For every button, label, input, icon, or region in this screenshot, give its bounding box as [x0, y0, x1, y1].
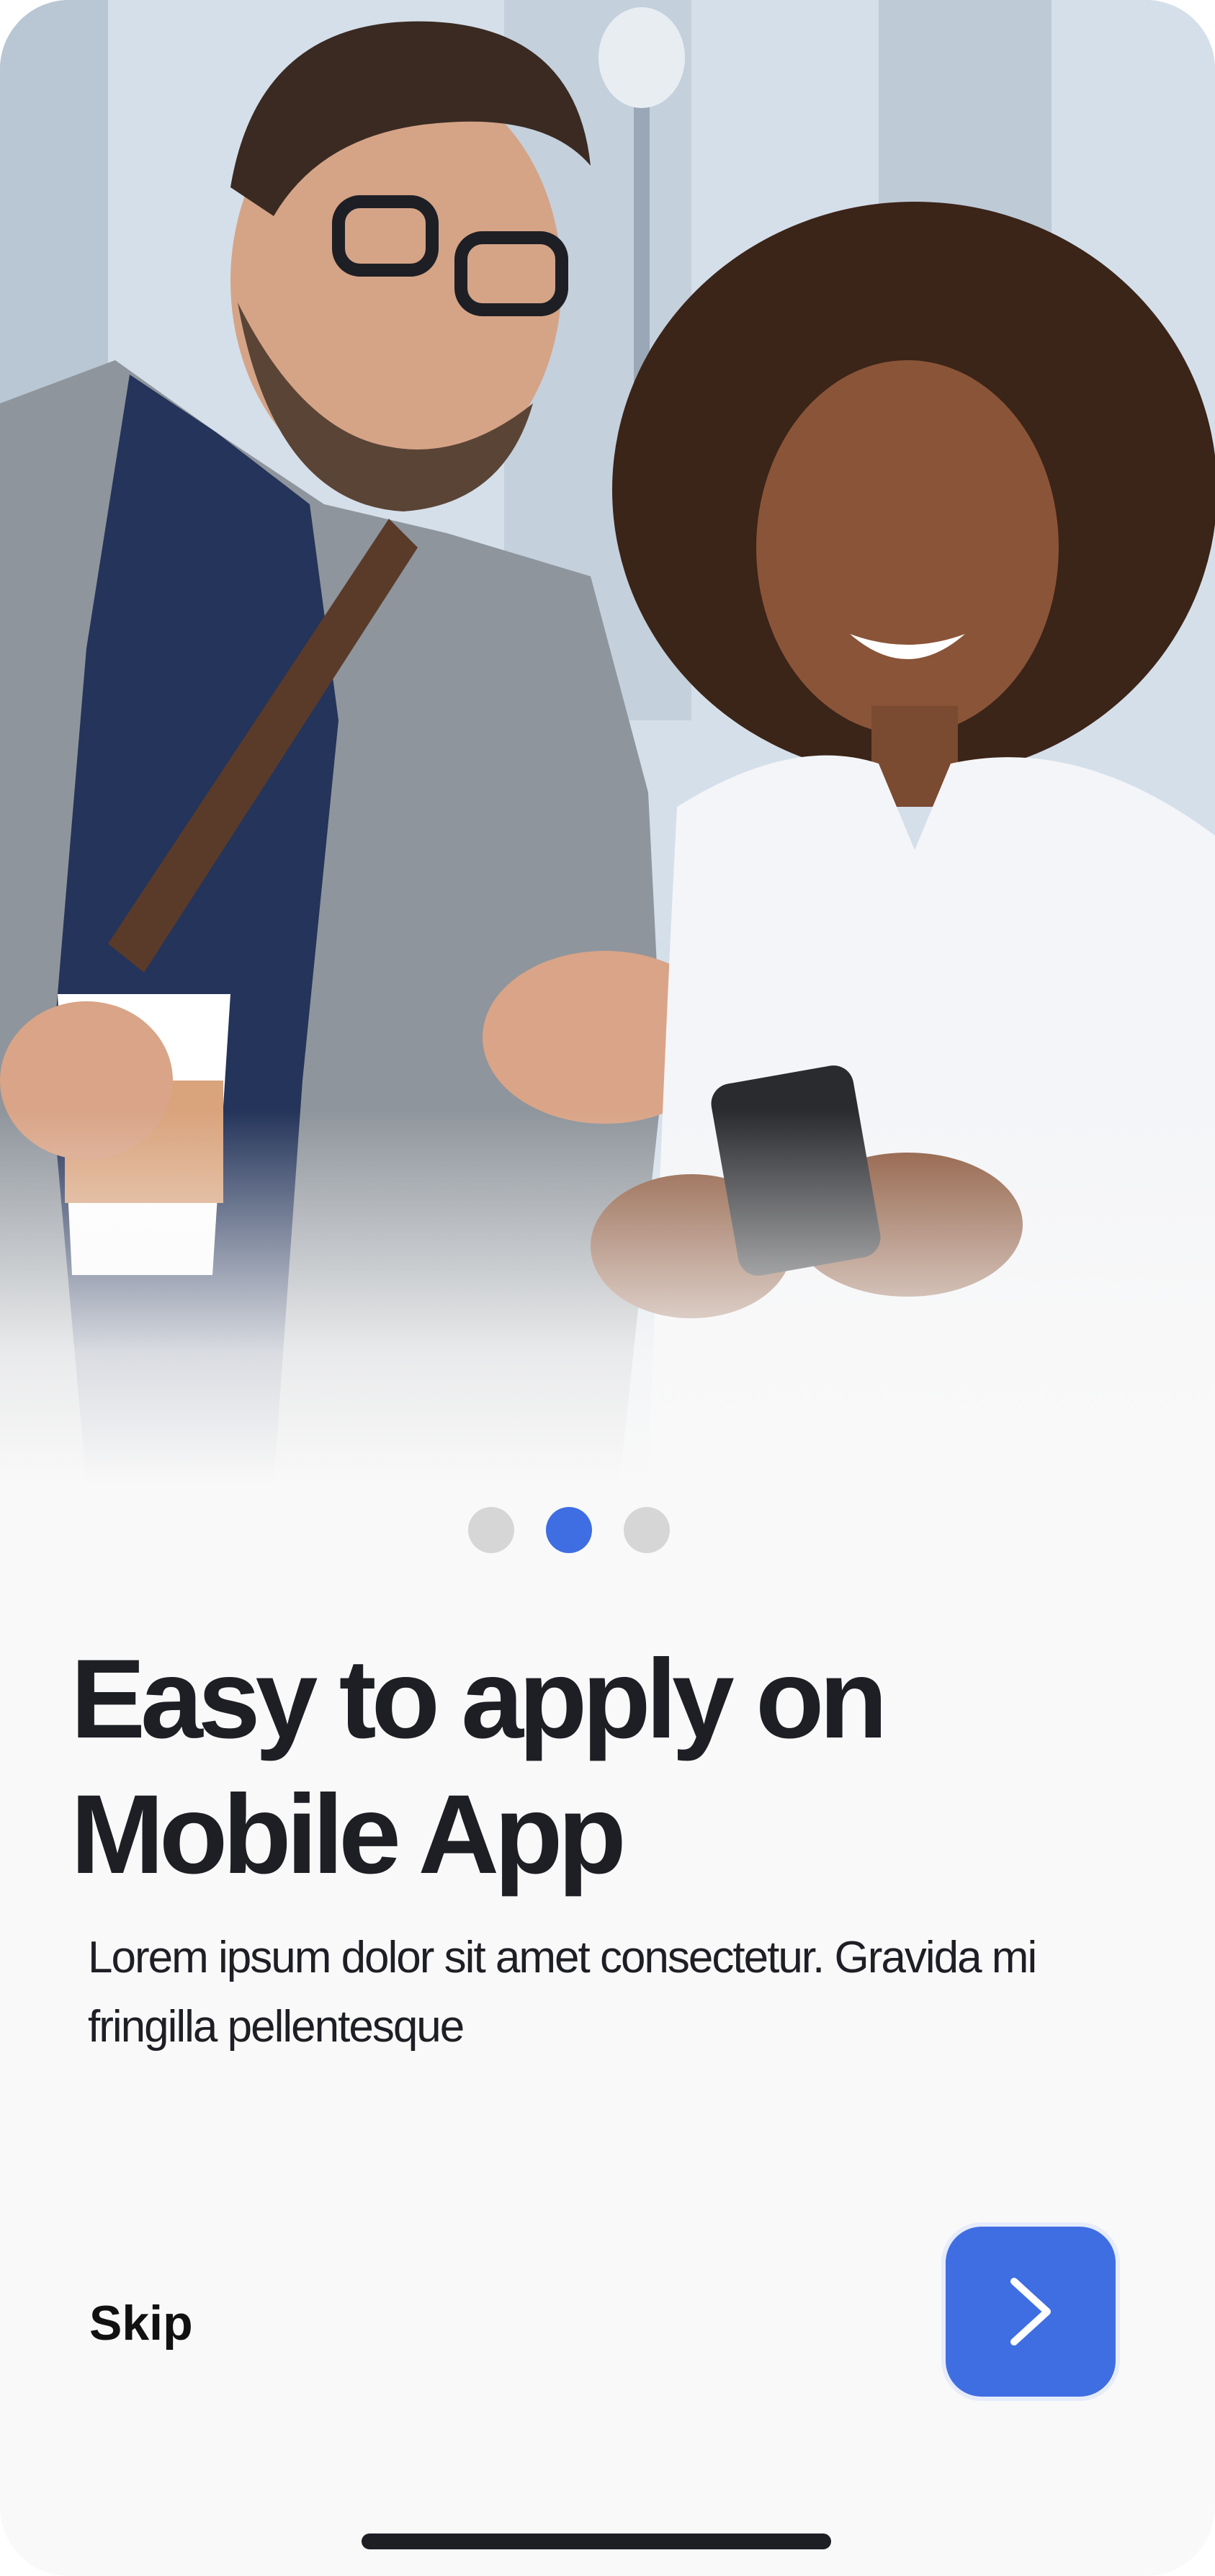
pagination-dot-2-active[interactable]	[546, 1507, 592, 1553]
title-line-1: Easy to apply on	[71, 1637, 888, 1762]
onboarding-description: Lorem ipsum dolor sit amet consectetur. …	[88, 1933, 1037, 2052]
skip-button[interactable]: Skip	[89, 2291, 193, 2356]
onboarding-title: Easy to apply on Mobile App	[71, 1632, 1079, 1902]
onboarding-screen: Easy to apply on Mobile App Lorem ipsum …	[0, 0, 1215, 2576]
chevron-right-icon	[1010, 2278, 1051, 2345]
hero-image	[0, 0, 1215, 1484]
pagination-dots	[468, 1507, 670, 1553]
next-button[interactable]	[941, 2222, 1120, 2401]
hero-fade-overlay	[0, 1109, 1215, 1484]
title-line-2: Mobile App	[71, 1772, 627, 1897]
pagination-dot-3[interactable]	[624, 1507, 670, 1553]
home-indicator	[362, 2533, 831, 2549]
pagination-dot-1[interactable]	[468, 1507, 514, 1553]
